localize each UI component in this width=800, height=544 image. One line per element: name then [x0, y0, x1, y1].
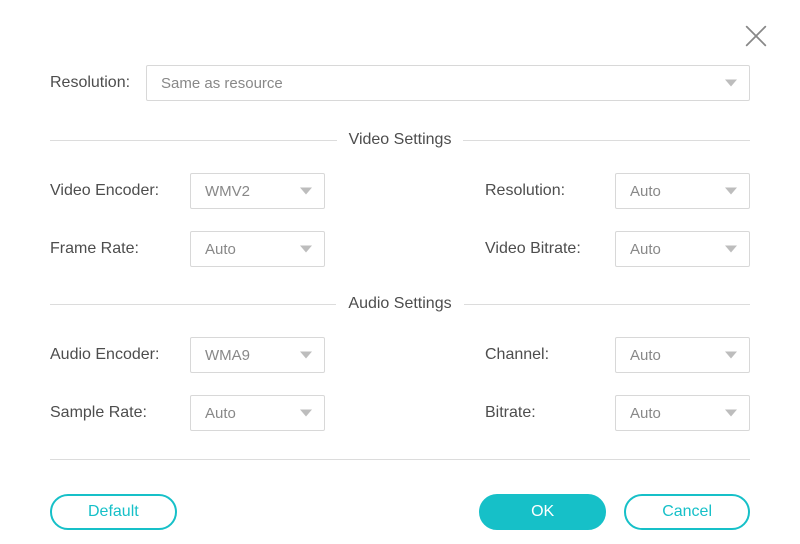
- dropdown-value: Auto: [630, 405, 661, 422]
- button-row: Default OK Cancel: [50, 494, 750, 530]
- video-bitrate-label: Video Bitrate:: [485, 240, 615, 258]
- frame-rate-dropdown[interactable]: Auto: [190, 231, 325, 267]
- chevron-down-icon: [300, 246, 312, 253]
- audio-encoder-dropdown[interactable]: WMA9: [190, 337, 325, 373]
- dropdown-value: Auto: [630, 347, 661, 364]
- audio-encoder-label: Audio Encoder:: [50, 346, 190, 364]
- chevron-down-icon: [300, 352, 312, 359]
- video-settings-title: Video Settings: [349, 131, 452, 149]
- dropdown-value: Same as resource: [161, 75, 283, 92]
- cancel-button[interactable]: Cancel: [624, 494, 750, 530]
- channel-label: Channel:: [485, 346, 615, 364]
- sample-rate-label: Sample Rate:: [50, 404, 190, 422]
- dropdown-value: WMV2: [205, 183, 250, 200]
- dropdown-value: Auto: [205, 241, 236, 258]
- chevron-down-icon: [725, 410, 737, 417]
- video-settings-divider: Video Settings: [50, 131, 750, 149]
- default-button[interactable]: Default: [50, 494, 177, 530]
- resolution-top-label: Resolution:: [50, 74, 130, 92]
- sample-rate-dropdown[interactable]: Auto: [190, 395, 325, 431]
- video-bitrate-dropdown[interactable]: Auto: [615, 231, 750, 267]
- close-icon[interactable]: [742, 22, 770, 50]
- dropdown-value: Auto: [630, 241, 661, 258]
- video-encoder-label: Video Encoder:: [50, 182, 190, 200]
- frame-rate-label: Frame Rate:: [50, 240, 190, 258]
- video-settings-grid: Video Encoder: WMV2 Resolution: Auto Fra…: [50, 173, 750, 267]
- bottom-divider: [50, 459, 750, 460]
- audio-settings-grid: Audio Encoder: WMA9 Channel: Auto Sample…: [50, 337, 750, 431]
- resolution-top-dropdown[interactable]: Same as resource: [146, 65, 750, 101]
- audio-settings-divider: Audio Settings: [50, 295, 750, 313]
- chevron-down-icon: [300, 188, 312, 195]
- video-resolution-dropdown[interactable]: Auto: [615, 173, 750, 209]
- chevron-down-icon: [300, 410, 312, 417]
- chevron-down-icon: [725, 352, 737, 359]
- dropdown-value: Auto: [630, 183, 661, 200]
- chevron-down-icon: [725, 80, 737, 87]
- audio-bitrate-dropdown[interactable]: Auto: [615, 395, 750, 431]
- dropdown-value: Auto: [205, 405, 236, 422]
- chevron-down-icon: [725, 188, 737, 195]
- audio-settings-title: Audio Settings: [348, 295, 451, 313]
- top-resolution-row: Resolution: Same as resource: [50, 65, 750, 101]
- channel-dropdown[interactable]: Auto: [615, 337, 750, 373]
- video-encoder-dropdown[interactable]: WMV2: [190, 173, 325, 209]
- dropdown-value: WMA9: [205, 347, 250, 364]
- chevron-down-icon: [725, 246, 737, 253]
- ok-button[interactable]: OK: [479, 494, 606, 530]
- video-resolution-label: Resolution:: [485, 182, 615, 200]
- audio-bitrate-label: Bitrate:: [485, 404, 615, 422]
